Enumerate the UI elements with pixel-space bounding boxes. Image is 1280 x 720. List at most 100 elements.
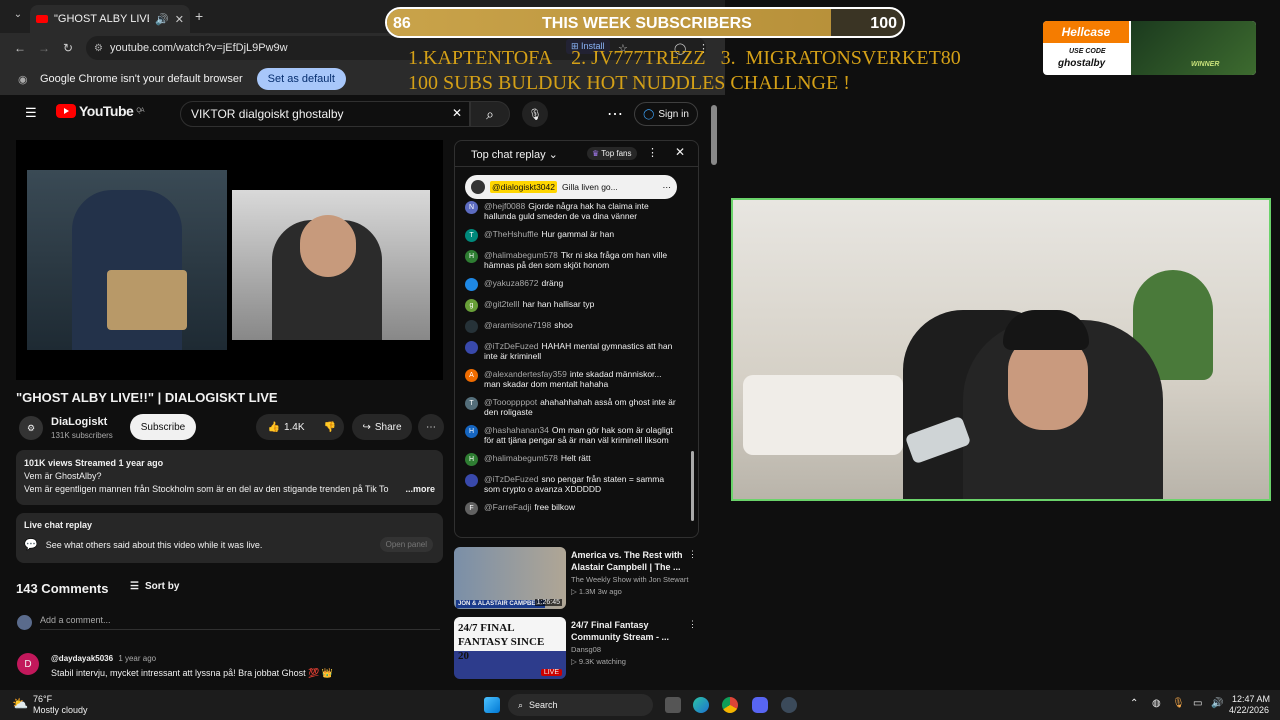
network-icon[interactable]: ◍ <box>1152 698 1161 709</box>
forward-icon[interactable]: → <box>38 41 50 55</box>
clock-date[interactable]: 4/22/2026 <box>1229 705 1269 715</box>
share-button[interactable]: ↪ Share <box>352 414 412 440</box>
chat-message[interactable]: H @hashahanan34 Om man gör hak som är olag… <box>455 425 690 445</box>
back-icon[interactable]: ← <box>14 41 26 55</box>
video-more-button[interactable]: ⋯ <box>418 414 444 440</box>
voice-search-button[interactable]: 🎙 <box>522 101 548 127</box>
chat-message[interactable]: A @alexandertesfay359 inte skadad människo… <box>455 369 690 389</box>
chat-scrollbar[interactable] <box>691 451 694 521</box>
thumb-text-1: JON & ALASTAIR CAMPBELL <box>456 600 545 608</box>
chat-message[interactable]: @iTzDeFuzed HAHAH mental gymnastics att h… <box>455 341 690 361</box>
chat-avatar: H <box>465 425 478 438</box>
chrome-info-icon: ◉ <box>18 73 28 86</box>
taskbar-search[interactable]: ⌕ Search <box>508 694 653 716</box>
recommendation-1[interactable]: JON & ALASTAIR CAMPBELL 1:26:45 America … <box>454 547 704 609</box>
weather-temp[interactable]: 76°F <box>33 694 52 704</box>
steam-icon[interactable] <box>781 697 797 713</box>
recommendation-thumbnail-2[interactable]: 24/7 FINAL FANTASY SINCE 20 LIVE <box>454 617 566 679</box>
user-avatar <box>17 615 32 630</box>
sort-button[interactable]: ☰ Sort by <box>130 581 179 592</box>
show-hidden-icons[interactable]: ⌃ <box>1130 698 1138 709</box>
youtube-logo[interactable]: YouTube QA <box>56 103 144 119</box>
video-player[interactable] <box>16 140 443 380</box>
chat-more-icon[interactable]: ⋮ <box>647 146 658 159</box>
chrome-icon[interactable] <box>722 697 738 713</box>
tab-title: "GHOST ALBY LIVE!!" | DIAL <box>54 13 149 25</box>
display-icon[interactable]: ▭ <box>1193 698 1202 709</box>
pinned-message[interactable]: @dialogiskt3042 Gilla liven go... ⋯ <box>465 175 677 199</box>
chat-author: @aramisone7198 <box>484 320 552 330</box>
edge-icon[interactable] <box>693 697 709 713</box>
chat-message[interactable]: @aramisone7198 shoo <box>455 320 690 333</box>
like-button[interactable]: 👍 1.4K <box>256 414 316 440</box>
subscribe-button[interactable]: Subscribe <box>130 414 196 440</box>
taskbar-search-icon: ⌕ <box>518 699 524 710</box>
laptop-shape <box>107 270 187 330</box>
recommendation-thumbnail-1[interactable]: JON & ALASTAIR CAMPBELL 1:26:45 <box>454 547 566 609</box>
tab-close-icon[interactable]: ✕ <box>175 13 184 26</box>
chat-message[interactable]: H @halimabegum578 Tkr ni ska fråga om han … <box>455 250 690 270</box>
task-view-icon[interactable] <box>665 697 681 713</box>
chat-message[interactable]: @iTzDeFuzed sno pengar från staten = samm… <box>455 474 690 494</box>
sign-in-button[interactable]: ◯ Sign in <box>634 102 698 126</box>
top-fans-button[interactable]: ♛ Top fans <box>587 147 637 160</box>
search-button[interactable]: ⌕ <box>470 101 510 127</box>
chat-mode-dropdown[interactable]: Top chat replay ⌄ <box>471 148 558 161</box>
recommendation-2[interactable]: 24/7 FINAL FANTASY SINCE 20 LIVE 24/7 Fi… <box>454 617 704 679</box>
weather-desc[interactable]: Mostly cloudy <box>33 705 88 715</box>
chat-message[interactable]: T @TheHshuffle Hur gammal är han <box>455 229 690 242</box>
new-tab-button[interactable]: + <box>195 8 203 24</box>
menu-icon[interactable]: ☰ <box>25 105 37 121</box>
add-comment-input[interactable]: Add a comment... <box>40 615 440 630</box>
channel-avatar[interactable]: ⚙ <box>19 416 43 440</box>
chat-avatar: A <box>465 369 478 382</box>
chat-text: shoo <box>554 320 573 330</box>
recommendation-more-icon-2[interactable]: ⋮ <box>688 619 697 630</box>
mic-tray-icon[interactable]: 🎙 <box>1172 698 1185 709</box>
tab-list-button[interactable]: ⌄ <box>10 9 26 25</box>
comment-author[interactable]: @daydayak5036 <box>51 654 113 663</box>
channel-subscribers: 131K subscribers <box>51 431 113 440</box>
chat-message[interactable]: T @Toooppppot ahahahhahah asså om ghost in… <box>455 397 690 417</box>
chat-avatar: g <box>465 299 478 312</box>
recommendation-more-icon-1[interactable]: ⋮ <box>688 549 697 560</box>
comment-text: Stabil intervju, mycket intressant att l… <box>51 668 334 678</box>
search-clear-icon[interactable]: ✕ <box>452 106 462 120</box>
search-input[interactable]: VIKTOR dialgoiskt ghostalby <box>180 101 470 127</box>
set-default-button[interactable]: Set as default <box>256 68 346 90</box>
audio-icon[interactable]: 🔊 <box>155 13 169 26</box>
windows-taskbar: ⛅ 76°F Mostly cloudy ⌕ Search ⌃ ◍ 🎙 ▭ 🔊 … <box>0 690 1280 720</box>
channel-name[interactable]: DiaLogiskt <box>51 416 107 428</box>
chat-text: free bilkow <box>534 502 576 512</box>
chat-close-icon[interactable]: ✕ <box>675 145 685 159</box>
streamer-webcam <box>731 198 1271 501</box>
clock-time[interactable]: 12:47 AM <box>1232 694 1270 704</box>
chat-message[interactable]: @yakuza8672 dräng <box>455 278 690 291</box>
pinned-more-icon[interactable]: ⋯ <box>663 182 672 193</box>
chat-message[interactable]: H @halimabegum578 Helt rätt <box>455 453 690 466</box>
page-scrollbar[interactable] <box>711 105 717 165</box>
subs-title: THIS WEEK SUBSCRIBERS <box>542 15 752 32</box>
chat-message[interactable]: g @git2tellI har han hallisar typ <box>455 299 690 312</box>
more-options-icon[interactable]: ⋯ <box>607 104 623 124</box>
start-menu-icon[interactable] <box>484 697 500 713</box>
reload-icon[interactable]: ↻ <box>63 41 73 55</box>
more-horizontal-icon: ⋯ <box>426 421 436 433</box>
comment-avatar[interactable]: D <box>17 653 39 675</box>
comment-header: @daydayak5036 1 year ago <box>51 654 156 663</box>
chat-message[interactable]: F @FarreFadji free bilkow <box>455 502 690 515</box>
dislike-button[interactable]: 👎 <box>316 414 344 440</box>
live-chat-panel: Top chat replay ⌄ ♛ Top fans ⋮ ✕ @dialog… <box>454 140 699 538</box>
chat-message[interactable]: N @hejf0088 Gjorde några hak ha claima int… <box>455 201 690 221</box>
site-info-icon[interactable]: ⚙ <box>94 43 103 54</box>
browser-tab[interactable]: "GHOST ALBY LIVE!!" | DIAL 🔊 ✕ <box>30 5 190 33</box>
open-panel-button[interactable]: Open panel <box>379 537 433 552</box>
weather-icon[interactable]: ⛅ <box>12 696 28 712</box>
volume-icon[interactable]: 🔊 <box>1211 698 1223 709</box>
chat-icon: 💬 <box>24 539 38 551</box>
chat-message-body: @iTzDeFuzed sno pengar från staten = samm… <box>484 474 680 494</box>
description-box[interactable]: 101K views Streamed 1 year ago Vem är Gh… <box>16 450 443 505</box>
discord-icon[interactable] <box>752 697 768 713</box>
more-link[interactable]: ...more <box>405 483 435 496</box>
chat-avatar: T <box>465 229 478 242</box>
